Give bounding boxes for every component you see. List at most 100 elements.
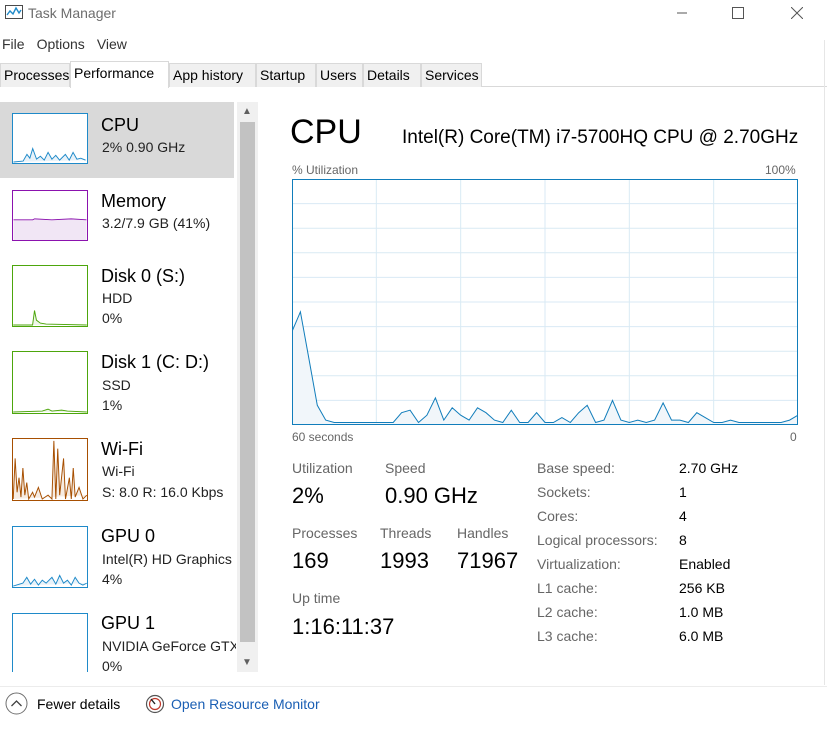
cpu-thumbnail-graph: [12, 113, 88, 164]
sidebar-item-subtitle: Intel(R) HD Graphics: [102, 551, 232, 567]
utilization-value: 2%: [292, 483, 324, 508]
disk-0-thumbnail-graph: [12, 265, 88, 327]
wifi-thumbnail-graph: [12, 438, 88, 501]
scrollbar-thumb[interactable]: [240, 122, 255, 642]
tab-details[interactable]: Details: [363, 63, 421, 87]
sidebar-item-gpu-0[interactable]: GPU 0 Intel(R) HD Graphics 4%: [0, 518, 234, 606]
handles-label: Handles: [457, 525, 509, 541]
sidebar-item-value: S: 8.0 R: 16.0 Kbps: [102, 484, 224, 500]
sidebar-item-disk-0[interactable]: Disk 0 (S:) HDD 0%: [0, 258, 234, 344]
cpu-utilization-graph: [292, 179, 798, 425]
spec-value: 6.0 MB: [679, 628, 724, 644]
handles-value: 71967: [457, 548, 519, 573]
tab-app-history[interactable]: App history: [169, 63, 256, 87]
graph-y-max: 100%: [765, 163, 796, 177]
tab-startup[interactable]: Startup: [256, 63, 316, 87]
processes-value: 169: [292, 548, 329, 573]
window-edge: [824, 40, 825, 685]
gpu-0-thumbnail-graph: [12, 526, 88, 588]
sidebar-item-subtitle: SSD: [102, 377, 131, 393]
open-resource-monitor-link[interactable]: Open Resource Monitor: [171, 696, 320, 712]
sidebar-item-title: GPU 1: [101, 613, 156, 633]
sidebar-item-subtitle: 2% 0.90 GHz: [102, 139, 186, 155]
sidebar-item-title: CPU: [101, 115, 140, 135]
uptime-label: Up time: [292, 590, 341, 606]
sidebar-item-cpu[interactable]: CPU 2% 0.90 GHz: [0, 102, 234, 178]
tab-performance[interactable]: Performance: [70, 61, 169, 88]
spec-label: L3 cache:: [537, 628, 598, 644]
spec-value: 256 KB: [679, 580, 725, 596]
page-title: CPU: [290, 113, 362, 151]
minimize-button[interactable]: [659, 0, 705, 26]
threads-value: 1993: [380, 548, 429, 573]
spec-label: L1 cache:: [537, 580, 598, 596]
utilization-label: Utilization: [292, 460, 353, 476]
cpu-model: Intel(R) Core(TM) i7-5700HQ CPU @ 2.70GH…: [402, 127, 799, 148]
resource-monitor-icon: [145, 694, 165, 714]
sidebar-item-value: 0%: [102, 310, 123, 326]
graph-y-label: % Utilization: [292, 163, 359, 177]
menu-options[interactable]: Options: [37, 33, 85, 55]
sidebar-item-memory[interactable]: Memory 3.2/7.9 GB (41%): [0, 178, 234, 258]
processes-label: Processes: [292, 525, 358, 541]
speed-label: Speed: [385, 460, 426, 476]
menu-file[interactable]: File: [2, 33, 25, 55]
tab-bar: Processes Performance App history Startu…: [0, 61, 827, 88]
fewer-details-button[interactable]: Fewer details: [37, 696, 120, 712]
sidebar-item-gpu-1[interactable]: GPU 1 NVIDIA GeForce GTX 0%: [0, 606, 236, 672]
window-title: Task Manager: [28, 5, 116, 21]
spec-value: Enabled: [679, 556, 731, 572]
spec-value: 8: [679, 532, 687, 548]
sidebar-item-value: 4%: [102, 571, 123, 587]
menu-bar: File Options View: [0, 33, 137, 55]
menu-view[interactable]: View: [97, 33, 127, 55]
resource-sidebar: CPU 2% 0.90 GHz Memory 3.2/7.9 GB (41%) …: [0, 102, 236, 672]
minimize-icon: [677, 12, 687, 14]
chevron-up-icon[interactable]: [5, 692, 28, 715]
tab-users[interactable]: Users: [316, 63, 363, 87]
sidebar-item-title: Disk 1 (C: D:): [101, 352, 209, 372]
tab-services[interactable]: Services: [421, 63, 482, 87]
sidebar-item-title: GPU 0: [101, 526, 156, 546]
maximize-button[interactable]: [715, 0, 761, 26]
spec-label: Logical processors:: [537, 532, 658, 548]
uptime-value: 1:16:11:37: [292, 614, 395, 639]
graph-time-span: 60 seconds: [292, 430, 354, 444]
disk-1-thumbnail-graph: [12, 351, 88, 414]
sidebar-item-disk-1[interactable]: Disk 1 (C: D:) SSD 1%: [0, 344, 234, 432]
sidebar-item-subtitle: NVIDIA GeForce GTX: [102, 638, 236, 654]
speed-value: 0.90 GHz: [385, 483, 478, 508]
tab-processes[interactable]: Processes: [0, 63, 70, 87]
spec-label: Base speed:: [537, 460, 615, 476]
scroll-up-icon[interactable]: ▲: [242, 106, 252, 117]
graph-x-min: 0: [790, 430, 797, 444]
spec-label: Sockets:: [537, 484, 591, 500]
memory-thumbnail-graph: [12, 190, 88, 241]
sidebar-item-title: Memory: [101, 191, 167, 211]
spec-value: 1: [679, 484, 687, 500]
sidebar-item-title: Disk 0 (S:): [101, 266, 186, 286]
spec-label: L2 cache:: [537, 604, 598, 620]
title-bar: Task Manager: [0, 0, 827, 28]
sidebar-item-title: Wi-Fi: [101, 439, 143, 459]
threads-label: Threads: [380, 525, 432, 541]
task-manager-icon: [5, 5, 23, 19]
spec-label: Virtualization:: [537, 556, 621, 572]
sidebar-scrollbar[interactable]: ▲ ▼: [237, 102, 258, 672]
sidebar-item-wifi[interactable]: Wi-Fi Wi-Fi S: 8.0 R: 16.0 Kbps: [0, 432, 234, 518]
maximize-icon: [732, 7, 744, 19]
sidebar-item-subtitle: 3.2/7.9 GB (41%): [102, 215, 211, 231]
sidebar-item-value: 1%: [102, 397, 123, 413]
spec-value: 1.0 MB: [679, 604, 724, 620]
footer-divider: [0, 686, 827, 687]
spec-value: 4: [679, 508, 687, 524]
close-button[interactable]: [774, 0, 820, 26]
sidebar-item-subtitle: Wi-Fi: [102, 463, 135, 479]
scroll-down-icon[interactable]: ▼: [242, 657, 252, 668]
close-icon: [791, 7, 803, 19]
sidebar-item-value: 0%: [102, 658, 123, 672]
spec-value: 2.70 GHz: [679, 460, 739, 476]
gpu-1-thumbnail-graph: [12, 613, 88, 672]
sidebar-item-subtitle: HDD: [102, 290, 133, 306]
spec-label: Cores:: [537, 508, 579, 524]
